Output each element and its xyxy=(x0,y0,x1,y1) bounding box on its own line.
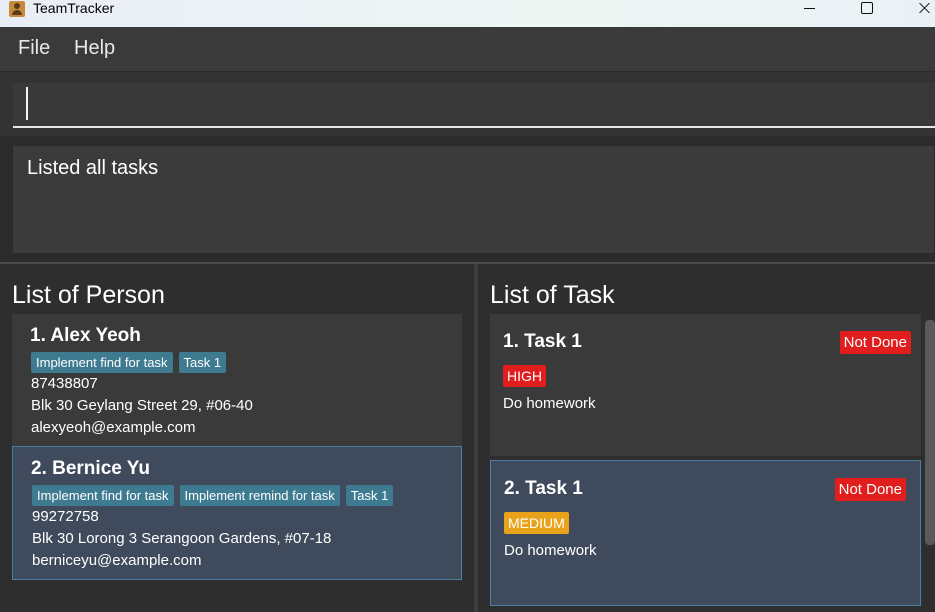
menu-help[interactable]: Help xyxy=(74,37,115,60)
person-list-title: List of Person xyxy=(12,281,165,309)
result-text: Listed all tasks xyxy=(27,157,159,179)
task-list-panel: List of Task 1. Task 1 Not Done HIGH Do … xyxy=(478,264,935,612)
person-tag: Implement remind for task xyxy=(179,485,340,506)
command-input[interactable] xyxy=(13,83,935,128)
task-list-scrollbar[interactable] xyxy=(925,320,935,545)
person-address: Blk 30 Lorong 3 Serangoon Gardens, #07-1… xyxy=(32,530,332,547)
task-list-title: List of Task xyxy=(490,281,615,309)
person-name: 2. Bernice Yu xyxy=(31,458,150,479)
task-priority-badge: MEDIUM xyxy=(504,512,569,534)
person-tag: Task 1 xyxy=(178,352,227,373)
person-email: alexyeoh@example.com xyxy=(31,419,196,436)
person-tag: Implement find for task xyxy=(31,352,173,373)
task-description: Do homework xyxy=(504,542,597,559)
task-description: Do homework xyxy=(503,395,596,412)
command-box xyxy=(0,72,935,136)
task-status-badge: Not Done xyxy=(839,331,911,354)
task-priority-badge: HIGH xyxy=(503,365,546,387)
person-card-selected[interactable]: 2. Bernice Yu Implement find for task Im… xyxy=(12,446,462,580)
minimize-icon[interactable] xyxy=(786,0,832,18)
maximize-icon[interactable] xyxy=(843,0,889,18)
person-email: berniceyu@example.com xyxy=(32,552,202,569)
person-name: 1. Alex Yeoh xyxy=(30,325,141,346)
person-phone: 99272758 xyxy=(32,508,99,525)
task-name: 2. Task 1 xyxy=(504,478,583,499)
person-tags: Implement find for task Task 1 xyxy=(31,352,227,373)
menu-bar: File Help xyxy=(0,27,935,72)
result-display: Listed all tasks xyxy=(12,145,935,254)
close-icon[interactable] xyxy=(900,0,935,18)
window-title: TeamTracker xyxy=(33,0,115,16)
person-card[interactable]: 1. Alex Yeoh Implement find for task Tas… xyxy=(12,314,462,446)
task-name: 1. Task 1 xyxy=(503,331,582,352)
task-status-badge: Not Done xyxy=(834,478,906,501)
person-list-panel: List of Person 1. Alex Yeoh Implement fi… xyxy=(0,264,474,612)
task-card[interactable]: 1. Task 1 Not Done HIGH Do homework xyxy=(490,314,921,456)
menu-file[interactable]: File xyxy=(18,37,50,60)
window-title-bar: TeamTracker xyxy=(0,0,935,27)
person-address: Blk 30 Geylang Street 29, #06-40 xyxy=(31,397,253,414)
person-tag: Task 1 xyxy=(345,485,394,506)
person-tags: Implement find for task Implement remind… xyxy=(32,485,394,506)
person-tag: Implement find for task xyxy=(32,485,174,506)
person-phone: 87438807 xyxy=(31,375,98,392)
app-icon xyxy=(9,1,25,17)
text-caret xyxy=(26,87,28,120)
task-card-selected[interactable]: 2. Task 1 Not Done MEDIUM Do homework xyxy=(490,460,921,606)
